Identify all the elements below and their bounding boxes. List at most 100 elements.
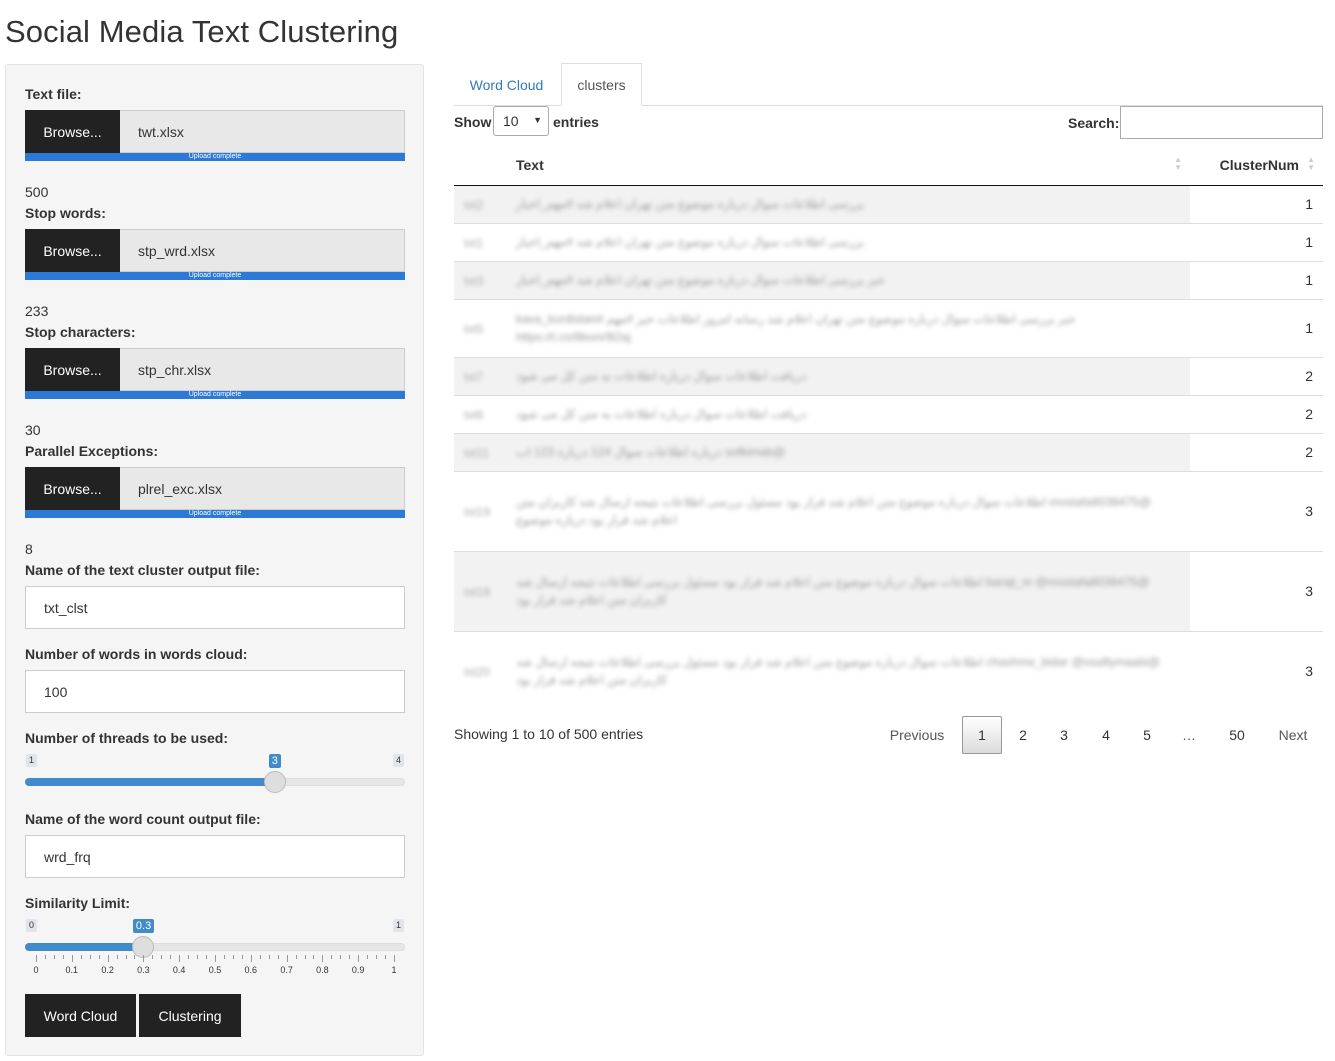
next-page-button[interactable]: Next: [1268, 716, 1318, 754]
dropdown-arrow-icon: ▼: [533, 115, 542, 125]
slider-minor-tick: [367, 955, 369, 959]
row-text-cell-value: @baraji_m @mostafa8038475 اطلاعات سوال د…: [516, 575, 1150, 607]
sort-icon: ▲ ▼: [1174, 155, 1182, 172]
stop-words-label: Stop words:: [25, 205, 106, 221]
similarity-max-label: 1: [392, 919, 404, 932]
slider-minor-tick: [313, 955, 315, 959]
app-title: Social Media Text Clustering: [5, 14, 399, 49]
parallel-exceptions-progress-bar: Upload complete: [25, 510, 405, 518]
slider-tick-label: 0.1: [65, 965, 79, 975]
word-count-output-field[interactable]: wrd_frq: [25, 835, 405, 878]
similarity-slider[interactable]: 0 1 0.3 0 0.1 0.2 0.3 0.4 0.5 0.6 0.7 0.8 0.9 1: [25, 918, 405, 978]
table-row[interactable]: txt5 خبر بررسی اطلاعات سوال درباره موضوع …: [454, 298, 1323, 357]
tab-bar: Word Cloud clusters: [454, 63, 1323, 106]
slider-major-tick: [322, 955, 324, 962]
page-size-select[interactable]: 10 ▼: [493, 106, 549, 136]
slider-tick-label: 0.4: [172, 965, 186, 975]
page-size-value: 10: [503, 113, 519, 129]
row-text-cell: بررسی اطلاعات سوال درباره موضوع متن تهرا…: [506, 222, 1190, 261]
threads-handle[interactable]: [263, 771, 286, 793]
page-button[interactable]: 1: [962, 716, 1002, 754]
clustering-button[interactable]: Clustering: [139, 994, 241, 1037]
row-text-cell-value: بررسی اطلاعات سوال درباره موضوع متن تهرا…: [516, 197, 865, 211]
stop-characters-file-name[interactable]: stp_chr.xlsx: [120, 348, 405, 391]
row-cluster-cell: 1: [1190, 260, 1323, 299]
table-row[interactable]: txt7 دریافت اطلاعات سوال درباره اطلاعات ب…: [454, 356, 1323, 395]
table-row[interactable]: txt11 @sofkimab درباره اطلاعات سوال 124 د…: [454, 432, 1323, 471]
table-row[interactable]: txt1 بررسی اطلاعات سوال درباره موضوع متن …: [454, 222, 1323, 261]
row-cluster-cell: 1: [1190, 298, 1323, 357]
table-row[interactable]: txt19 @mostafa8038475 اطلاعات سوال درباره…: [454, 470, 1323, 551]
row-text-cell: خبر بررسی اطلاعات سوال درباره موضوع متن …: [506, 260, 1190, 299]
text-file-count: 500: [25, 184, 49, 200]
column-header-text[interactable]: Text ▲ ▼: [506, 146, 1190, 186]
parallel-exceptions-browse-button[interactable]: Browse...: [25, 467, 120, 510]
text-file-name[interactable]: twt.xlsx: [120, 110, 405, 153]
page-button[interactable]: 2: [1006, 716, 1040, 754]
stop-characters-label: Stop characters:: [25, 324, 136, 340]
text-file-browse-button[interactable]: Browse...: [25, 110, 120, 153]
table-row[interactable]: txt2 بررسی اطلاعات سوال درباره موضوع متن …: [454, 184, 1323, 223]
tab-word-cloud[interactable]: Word Cloud: [454, 63, 559, 106]
slider-tick-label: 0.6: [244, 965, 258, 975]
row-text-cell: @chashme_bidar @osaflymaabi اطلاعات سوال…: [506, 630, 1190, 711]
cluster-output-field[interactable]: txt_clst: [25, 586, 405, 629]
page-button[interactable]: 4: [1089, 716, 1123, 754]
text-file-progress-bar: Upload complete: [25, 153, 405, 161]
word-cloud-button[interactable]: Word Cloud: [25, 994, 136, 1037]
slider-tick-label: 0.5: [208, 965, 222, 975]
stop-words-browse-button[interactable]: Browse...: [25, 229, 120, 272]
row-id-cell: txt1: [454, 222, 506, 261]
table-row[interactable]: txt20 @chashme_bidar @osaflymaabi اطلاعات…: [454, 630, 1323, 711]
slider-minor-tick: [170, 955, 172, 959]
words-cloud-field[interactable]: 100: [25, 670, 405, 713]
slider-minor-tick: [152, 955, 154, 959]
page-button[interactable]: 3: [1047, 716, 1081, 754]
table-row[interactable]: txt18 @baraji_m @mostafa8038475 اطلاعات س…: [454, 550, 1323, 631]
slider-tick-label: 0.2: [101, 965, 114, 975]
slider-minor-tick: [223, 955, 225, 959]
search-input[interactable]: [1120, 106, 1323, 139]
table-row[interactable]: txt6 دریافت اطلاعات سوال درباره اطلاعات ب…: [454, 394, 1323, 433]
row-text-cell-value: خبر بررسی اطلاعات سوال درباره موضوع متن …: [516, 273, 886, 287]
row-cluster-cell-value: 3: [1305, 583, 1313, 599]
slider-minor-tick: [259, 955, 261, 959]
parallel-exceptions-file-name[interactable]: plrel_exc.xlsx: [120, 467, 405, 510]
row-cluster-cell-value: 1: [1305, 320, 1313, 336]
row-text-cell: خبر بررسی اطلاعات سوال درباره موضوع متن …: [506, 298, 1190, 357]
page-button[interactable]: 50: [1216, 716, 1258, 754]
row-id-cell: txt2: [454, 184, 506, 223]
similarity-label: Similarity Limit:: [25, 895, 131, 911]
row-cluster-cell-value: 3: [1305, 663, 1313, 680]
row-text-cell-value: @chashme_bidar @osaflymaabi اطلاعات سوال…: [516, 655, 1160, 688]
word-count-output-label: Name of the word count output file:: [25, 811, 261, 827]
tab-clusters[interactable]: clusters: [561, 63, 642, 106]
row-id-cell-value: txt19: [464, 505, 491, 519]
threads-slider[interactable]: 1 4 3: [25, 753, 405, 793]
table-info: Showing 1 to 10 of 500 entries: [454, 726, 644, 742]
stop-words-file-name[interactable]: stp_wrd.xlsx: [120, 229, 405, 272]
slider-minor-tick: [161, 955, 163, 959]
column-header-clusternum[interactable]: ClusterNum ▲ ▼: [1190, 146, 1323, 186]
column-header-text-label: Text: [516, 157, 544, 174]
slider-minor-tick: [206, 955, 208, 959]
similarity-min-label: 0: [26, 919, 38, 932]
row-cluster-cell-value: 1: [1305, 196, 1313, 212]
words-cloud-label: Number of words in words cloud:: [25, 646, 248, 662]
slider-minor-tick: [340, 955, 342, 959]
row-id-cell: txt6: [454, 394, 506, 433]
row-cluster-cell: 2: [1190, 432, 1323, 471]
previous-page-button[interactable]: Previous: [880, 716, 954, 754]
row-text-cell-value: @mostafa8038475 اطلاعات سوال درباره موضو…: [516, 495, 1151, 527]
row-cluster-cell: 2: [1190, 394, 1323, 433]
slider-major-tick: [394, 955, 395, 962]
slider-major-tick: [36, 955, 37, 962]
page-button[interactable]: 5: [1130, 716, 1164, 754]
stop-characters-browse-button[interactable]: Browse...: [25, 348, 120, 391]
slider-minor-tick: [134, 955, 136, 959]
slider-tick-label: 0.9: [351, 965, 365, 975]
row-text-cell-value: دریافت اطلاعات سوال درباره اطلاعات به مت…: [516, 407, 807, 421]
clusters-table: Text ▲ ▼ ClusterNum ▲ ▼ txt2 بررسی اطلاعات …: [454, 146, 1323, 711]
table-row[interactable]: txt3 خبر بررسی اطلاعات سوال درباره موضوع …: [454, 260, 1323, 299]
slider-major-tick: [215, 955, 216, 962]
